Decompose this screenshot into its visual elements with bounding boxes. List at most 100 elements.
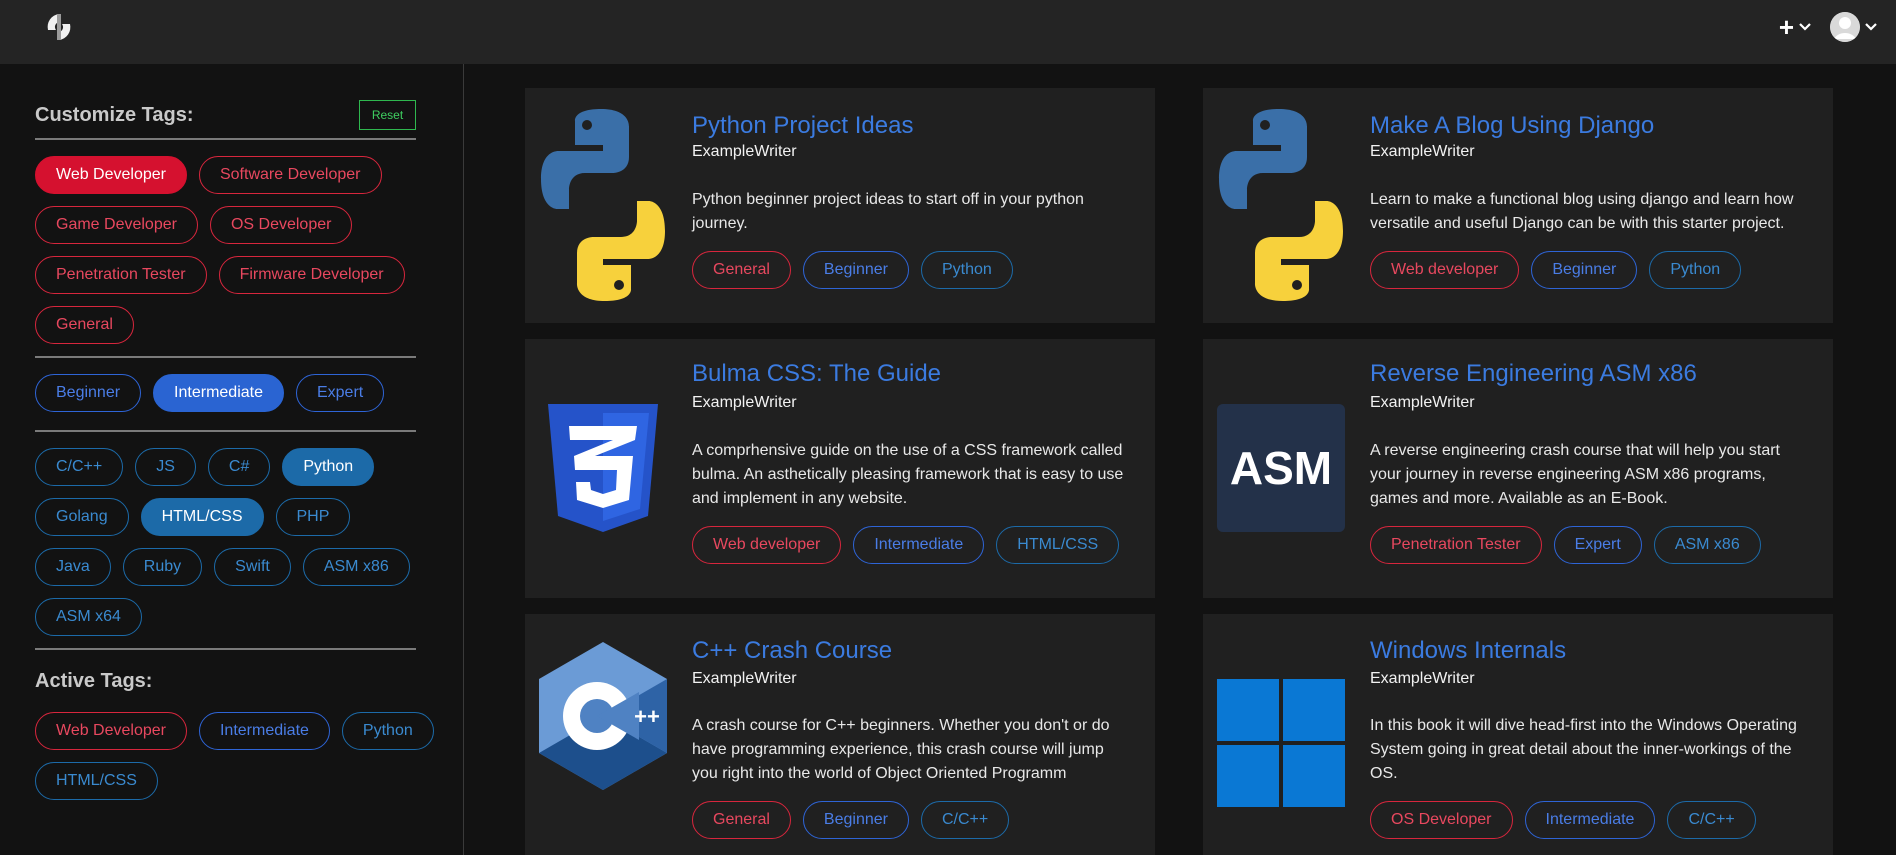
card-description: A comprhensive guide on the use of a CSS… bbox=[692, 442, 1124, 507]
card-title[interactable]: Reverse Engineering ASM x86 bbox=[1370, 360, 1697, 388]
python-logo-icon bbox=[1219, 109, 1343, 301]
card-author: ExampleWriter bbox=[692, 670, 797, 687]
active-tags-heading: Active Tags: bbox=[35, 670, 153, 692]
tag-intermediate[interactable]: Intermediate bbox=[153, 374, 284, 412]
tag-c[interactable]: C# bbox=[207, 448, 271, 486]
python-logo-icon bbox=[541, 109, 665, 301]
article-card[interactable]: Windows Internals ExampleWriter In this … bbox=[1203, 614, 1833, 855]
role-tag-group: Web Developer Software Developer Game Deve… bbox=[35, 156, 435, 344]
tag-asm-x64[interactable]: ASM x64 bbox=[35, 598, 142, 636]
active-tag-python[interactable]: Python bbox=[341, 712, 434, 750]
card-description: A reverse engineering crash course that … bbox=[1370, 442, 1780, 507]
card-tag-general[interactable]: General bbox=[692, 801, 791, 839]
card-description: Learn to make a functional blog using dj… bbox=[1370, 191, 1794, 232]
card-title[interactable]: C++ Crash Course bbox=[692, 637, 892, 665]
chevron-down-icon bbox=[1799, 23, 1811, 31]
divider bbox=[35, 430, 416, 432]
tag-software-developer[interactable]: Software Developer bbox=[198, 156, 382, 194]
card-tag-html-css[interactable]: HTML/CSS bbox=[996, 526, 1120, 564]
card-author: ExampleWriter bbox=[1370, 143, 1475, 160]
customize-tags-heading: Customize Tags: bbox=[35, 104, 194, 126]
card-tag-python[interactable]: Python bbox=[920, 251, 1013, 289]
card-tag-expert[interactable]: Expert bbox=[1553, 526, 1642, 564]
card-tag-web-developer[interactable]: Web developer bbox=[1370, 251, 1520, 289]
card-tags: Penetration Tester Expert ASM x86 bbox=[1370, 526, 1761, 564]
create-menu-button[interactable]: + bbox=[1779, 14, 1812, 40]
card-tag-c-c[interactable]: C/C++ bbox=[920, 801, 1010, 839]
tag-php[interactable]: PHP bbox=[275, 498, 351, 536]
active-tag-web-developer[interactable]: Web Developer bbox=[35, 712, 187, 750]
windows-logo-icon bbox=[1217, 679, 1345, 807]
tag-swift[interactable]: Swift bbox=[214, 548, 291, 586]
tag-ruby[interactable]: Ruby bbox=[122, 548, 203, 586]
divider bbox=[35, 648, 416, 650]
card-author: ExampleWriter bbox=[692, 394, 797, 411]
tag-sidebar: Customize Tags: Reset Web Developer Softw… bbox=[0, 64, 464, 855]
tag-os-developer[interactable]: OS Developer bbox=[209, 206, 353, 244]
tag-expert[interactable]: Expert bbox=[295, 374, 385, 412]
user-avatar bbox=[1830, 12, 1860, 42]
card-tag-os-developer[interactable]: OS Developer bbox=[1370, 801, 1513, 839]
tag-general[interactable]: General bbox=[35, 306, 134, 344]
article-card[interactable]: ++ C++ Crash Course ExampleWriter A cras… bbox=[525, 614, 1155, 855]
card-author: ExampleWriter bbox=[1370, 394, 1475, 411]
card-tag-intermediate[interactable]: Intermediate bbox=[1524, 801, 1656, 839]
tag-js[interactable]: JS bbox=[135, 448, 196, 486]
asm-logo-text: ASM bbox=[1229, 442, 1333, 494]
divider bbox=[35, 356, 416, 358]
card-tags: General Beginner C/C++ bbox=[692, 801, 1010, 839]
active-tag-intermediate[interactable]: Intermediate bbox=[198, 712, 330, 750]
tag-beginner[interactable]: Beginner bbox=[35, 374, 142, 412]
css3-logo-icon bbox=[548, 404, 658, 532]
tag-html-css[interactable]: HTML/CSS bbox=[140, 498, 264, 536]
article-card[interactable]: Python Project Ideas ExampleWriter Pytho… bbox=[525, 88, 1155, 323]
tag-asm-x86[interactable]: ASM x86 bbox=[302, 548, 410, 586]
card-title[interactable]: Bulma CSS: The Guide bbox=[692, 360, 941, 388]
article-card[interactable]: Bulma CSS: The Guide ExampleWriter A com… bbox=[525, 339, 1155, 598]
plus-icon: + bbox=[1778, 12, 1794, 42]
tag-penetration-tester[interactable]: Penetration Tester bbox=[35, 256, 207, 294]
card-description: Python beginner project ideas to start o… bbox=[692, 191, 1084, 232]
card-tag-c-c[interactable]: C/C++ bbox=[1667, 801, 1756, 839]
card-tags: Web developer Beginner Python bbox=[1370, 251, 1742, 289]
card-tag-beginner[interactable]: Beginner bbox=[1531, 251, 1638, 289]
article-card[interactable]: Make A Blog Using Django ExampleWriter L… bbox=[1203, 88, 1833, 323]
card-tag-python[interactable]: Python bbox=[1649, 251, 1742, 289]
active-tag-html-css[interactable]: HTML/CSS bbox=[35, 762, 158, 800]
card-tag-intermediate[interactable]: Intermediate bbox=[853, 526, 985, 564]
card-tag-asm-x86[interactable]: ASM x86 bbox=[1653, 526, 1761, 564]
card-author: ExampleWriter bbox=[1370, 670, 1475, 687]
card-title[interactable]: Windows Internals bbox=[1370, 637, 1566, 665]
level-tag-group: Beginner Intermediate Expert bbox=[35, 374, 435, 412]
reset-button[interactable]: Reset bbox=[359, 100, 416, 130]
card-title[interactable]: Python Project Ideas bbox=[692, 112, 913, 140]
card-description: A crash course for C++ beginners. Whethe… bbox=[692, 717, 1110, 782]
article-card[interactable]: ASM Reverse Engineering ASM x86 ExampleW… bbox=[1203, 339, 1833, 598]
tag-web-developer[interactable]: Web Developer bbox=[35, 156, 187, 194]
navbar-actions: + bbox=[1779, 10, 1878, 44]
card-title[interactable]: Make A Blog Using Django bbox=[1370, 112, 1654, 140]
card-tag-beginner[interactable]: Beginner bbox=[802, 801, 909, 839]
card-tag-general[interactable]: General bbox=[692, 251, 791, 289]
tag-game-developer[interactable]: Game Developer bbox=[35, 206, 198, 244]
tag-firmware-developer[interactable]: Firmware Developer bbox=[218, 256, 405, 294]
site-logo-icon[interactable] bbox=[44, 12, 74, 42]
svg-text:++: ++ bbox=[634, 704, 660, 729]
card-tag-web-developer[interactable]: Web developer bbox=[692, 526, 842, 564]
cpp-logo-icon: ++ bbox=[539, 642, 667, 790]
tag-c-c[interactable]: C/C++ bbox=[35, 448, 124, 486]
card-tags: OS Developer Intermediate C/C++ bbox=[1370, 801, 1756, 839]
top-navbar: + bbox=[0, 0, 1896, 64]
asm-logo-icon: ASM bbox=[1217, 404, 1345, 532]
tag-golang[interactable]: Golang bbox=[35, 498, 129, 536]
account-menu-button[interactable] bbox=[1830, 12, 1878, 42]
divider bbox=[35, 138, 416, 140]
active-tag-group: Web Developer Intermediate Python HTML/CSS bbox=[35, 712, 435, 800]
card-author: ExampleWriter bbox=[692, 143, 797, 160]
card-tag-penetration-tester[interactable]: Penetration Tester bbox=[1370, 526, 1542, 564]
card-tags: Web developer Intermediate HTML/CSS bbox=[692, 526, 1120, 564]
tag-java[interactable]: Java bbox=[35, 548, 111, 586]
card-tag-beginner[interactable]: Beginner bbox=[802, 251, 909, 289]
chevron-down-icon bbox=[1865, 23, 1877, 31]
tag-python[interactable]: Python bbox=[282, 448, 375, 486]
